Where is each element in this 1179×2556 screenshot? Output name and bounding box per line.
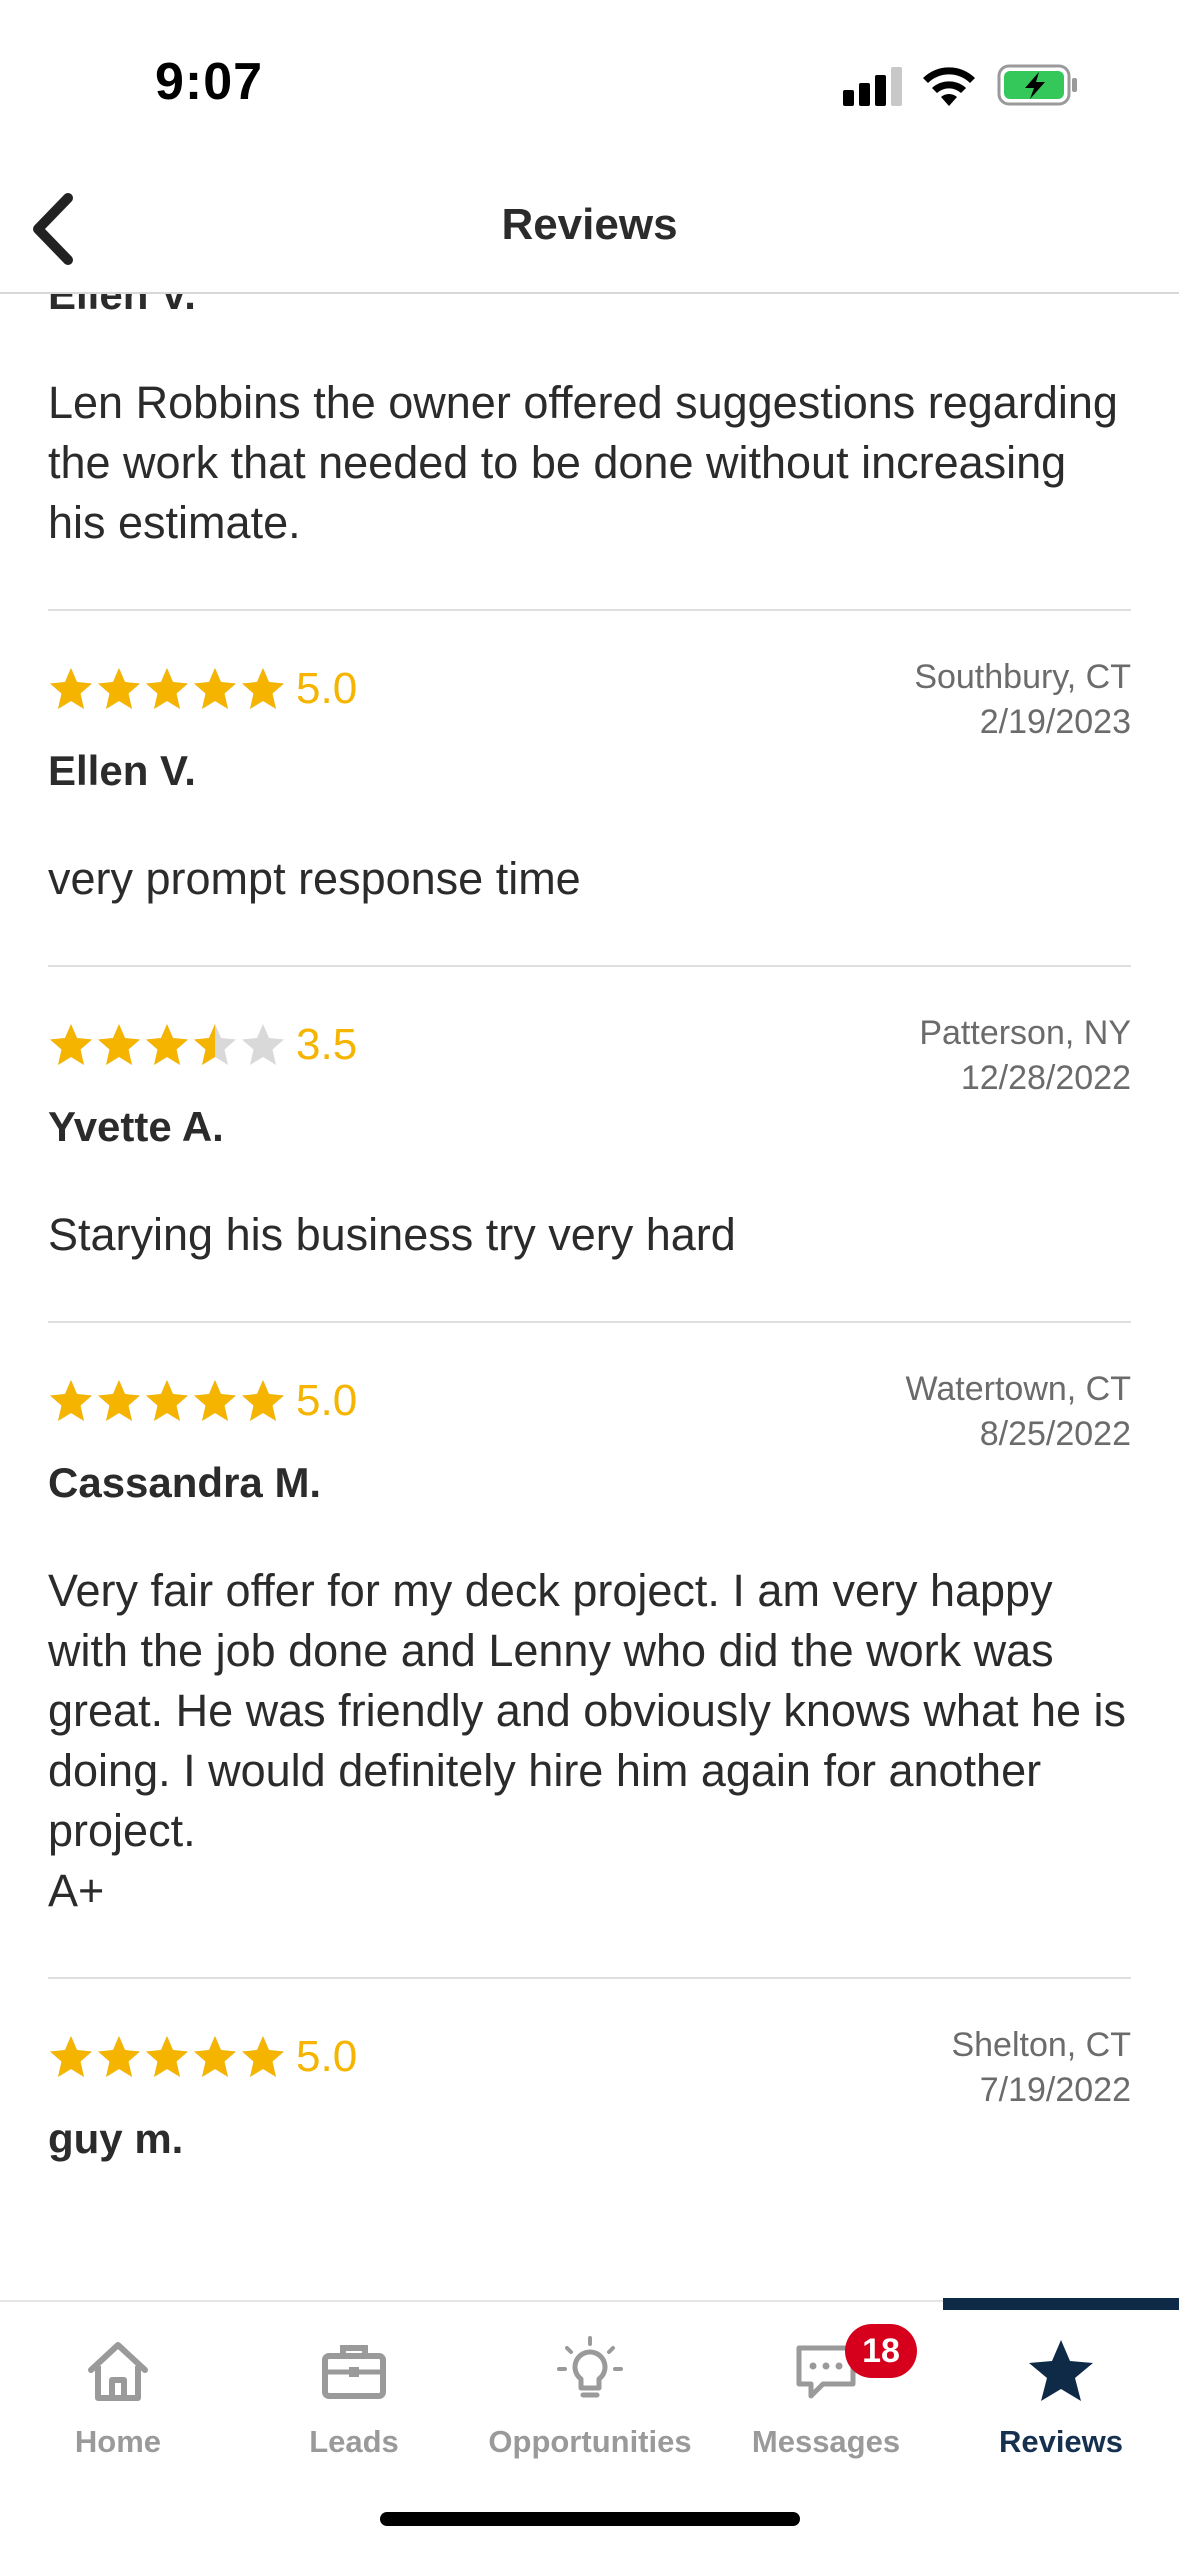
- star-filled-icon: [194, 1380, 236, 1421]
- tab-label: Opportunities: [488, 2424, 692, 2459]
- star-icon: [1029, 2340, 1093, 2401]
- rating-value: 5.0: [296, 1376, 358, 1425]
- home-indicator: [380, 2512, 800, 2526]
- review-text: Len Robbins the owner offered suggestion…: [48, 377, 1118, 548]
- star-filled-icon: [194, 668, 236, 709]
- review-location: Shelton, CT: [951, 2026, 1131, 2064]
- nav-header: Reviews: [0, 170, 1179, 294]
- reviewer-name: Ellen V.: [48, 294, 196, 318]
- review-meta: Patterson, NY 12/28/2022: [919, 1011, 1131, 1101]
- star-filled-icon: [98, 2036, 140, 2077]
- cellular-signal-icon: [843, 67, 902, 106]
- rating-value: 5.0: [296, 664, 358, 713]
- review-text: very prompt response time: [48, 853, 581, 904]
- reviewer-name: Ellen V.: [48, 747, 196, 794]
- review-list: Ellen V. Len Robbins the owner offered s…: [0, 294, 1179, 2221]
- review-date: 7/19/2022: [979, 2071, 1131, 2109]
- status-bar: 9:07: [0, 0, 1179, 170]
- star-filled-icon: [146, 2036, 188, 2077]
- review-meta: Southbury, CT 2/19/2023: [914, 655, 1131, 745]
- lightbulb-icon: [557, 2336, 623, 2398]
- review-meta: Shelton, CT 7/19/2022: [951, 2023, 1131, 2113]
- reviewer-name: guy m.: [48, 2115, 184, 2162]
- messages-unread-badge: 18: [845, 2324, 917, 2378]
- home-icon: [88, 2342, 148, 2401]
- review-card: 3.5 Patterson, NY 12/28/2022 Yvette A. S…: [48, 967, 1131, 1323]
- star-empty-icon: [242, 1024, 284, 1065]
- tab-label: Leads: [309, 2424, 399, 2459]
- star-filled-icon: [146, 1024, 188, 1065]
- star-rating: [48, 666, 286, 712]
- page-title: Reviews: [501, 200, 678, 249]
- wifi-icon: [923, 67, 975, 106]
- rating-value: 3.5: [296, 1020, 358, 1069]
- reviewer-name: Yvette A.: [48, 1103, 224, 1150]
- tab-opportunities[interactable]: Opportunities: [472, 2302, 708, 2502]
- briefcase-icon: [322, 2345, 386, 2399]
- reviewer-name: Cassandra M.: [48, 1459, 322, 1506]
- star-rating: [48, 2034, 286, 2080]
- review-location: Patterson, NY: [919, 1014, 1131, 1052]
- tab-label: Messages: [751, 2424, 901, 2459]
- reviews-scroll-area[interactable]: Ellen V. Len Robbins the owner offered s…: [0, 294, 1179, 2300]
- tab-label: Reviews: [998, 2424, 1124, 2459]
- review-date: 12/28/2022: [960, 1059, 1131, 1097]
- star-rating: [48, 1378, 286, 1424]
- review-location: Watertown, CT: [905, 1370, 1131, 1408]
- review-text: Starying his business try very hard: [48, 1209, 736, 1260]
- star-rating: [48, 1022, 286, 1068]
- star-filled-icon: [146, 1380, 188, 1421]
- review-card: 5.0 Watertown, CT 8/25/2022 Cassandra M.…: [48, 1323, 1131, 1979]
- tab-home[interactable]: Home: [0, 2302, 236, 2502]
- review-card: 5.0 Southbury, CT 2/19/2023 Ellen V. ver…: [48, 611, 1131, 967]
- star-filled-icon: [242, 668, 284, 709]
- review-date: 2/19/2023: [979, 703, 1131, 741]
- status-time: 9:07: [155, 53, 264, 111]
- star-filled-icon: [242, 2036, 284, 2077]
- review-meta: Watertown, CT 8/25/2022: [906, 1367, 1131, 1457]
- star-filled-icon: [98, 1024, 140, 1065]
- star-filled-icon: [146, 668, 188, 709]
- star-filled-icon: [50, 668, 92, 709]
- star-filled-icon: [98, 668, 140, 709]
- review-text: Very fair offer for my deck project. I a…: [48, 1565, 1127, 1916]
- tab-label: Home: [74, 2424, 162, 2459]
- star-filled-icon: [242, 1380, 284, 1421]
- star-filled-icon: [98, 1380, 140, 1421]
- review-card: 5.0 Shelton, CT 7/19/2022 guy m.: [48, 1979, 1131, 2221]
- review-location: Southbury, CT: [914, 658, 1131, 696]
- rating-value: 5.0: [296, 2032, 358, 2081]
- star-filled-icon: [50, 1024, 92, 1065]
- review-card: Ellen V. Len Robbins the owner offered s…: [48, 294, 1131, 611]
- battery-charging-icon: [997, 64, 1077, 106]
- tab-reviews[interactable]: Reviews: [943, 2298, 1179, 2502]
- star-half-icon: [194, 1024, 236, 1065]
- star-filled-icon: [194, 2036, 236, 2077]
- star-filled-icon: [50, 2036, 92, 2077]
- review-date: 8/25/2022: [979, 1415, 1131, 1453]
- tab-leads[interactable]: Leads: [236, 2302, 472, 2502]
- star-filled-icon: [50, 1380, 92, 1421]
